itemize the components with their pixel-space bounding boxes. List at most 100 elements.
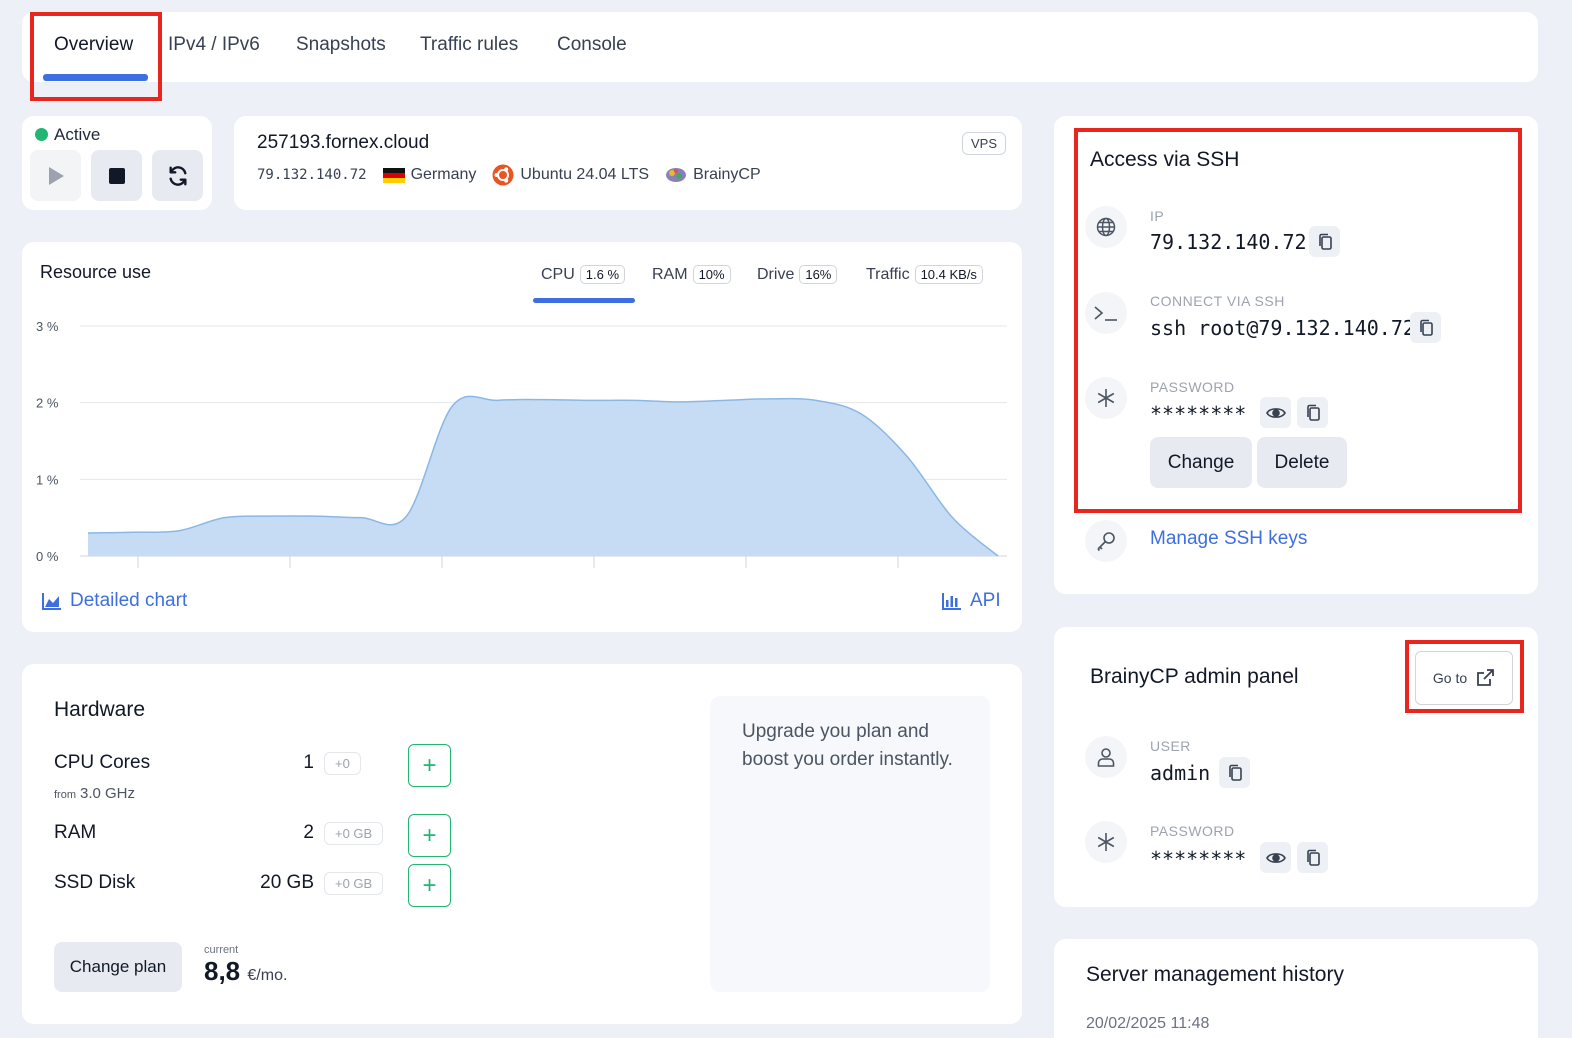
server-panel: BrainyCP (665, 166, 761, 184)
metric-label: Traffic (866, 265, 910, 283)
hardware-delta: +0 GB (324, 822, 384, 845)
ip-value: 79.132.140.72 (1150, 230, 1307, 254)
hardware-card: Hardware CPU Cores 1 +0 + from 3.0 GHz RA… (22, 664, 1022, 1024)
detailed-chart-link[interactable]: Detailed chart (42, 590, 187, 612)
password-label: PASSWORD (1150, 379, 1235, 395)
plus-icon: + (422, 751, 437, 779)
active-tab-indicator (43, 74, 148, 81)
asterisk-icon (1097, 833, 1115, 851)
ssh-keys-row-icon (1085, 520, 1127, 562)
add-disk-button[interactable]: + (408, 864, 451, 907)
germany-flag-icon (382, 167, 405, 183)
connect-label: CONNECT VIA SSH (1150, 293, 1285, 309)
copy-ip-button[interactable] (1309, 226, 1340, 257)
metric-tab-ram[interactable]: RAM 10% (652, 265, 731, 284)
metric-tab-drive[interactable]: Drive 16% (757, 265, 838, 284)
hardware-value: 20 GB (260, 872, 314, 893)
hardware-value: 1 (303, 752, 314, 773)
copy-icon (1306, 849, 1320, 866)
hardware-delta: +0 GB (324, 872, 384, 895)
cpu-frequency-value: 3.0 GHz (80, 785, 136, 802)
copy-password-button[interactable] (1297, 397, 1328, 428)
tab-snapshots[interactable]: Snapshots (296, 34, 386, 56)
key-icon (1097, 532, 1115, 552)
metric-label: RAM (652, 265, 688, 283)
show-password-button[interactable] (1260, 397, 1291, 428)
metric-value: 10.4 KB/s (914, 265, 983, 284)
cpu-frequency: from 3.0 GHz (54, 785, 135, 802)
chart-y-tick-label: 2 % (36, 396, 59, 411)
tab-overview[interactable]: Overview (54, 34, 133, 56)
add-ram-button[interactable]: + (408, 814, 451, 857)
delete-password-button[interactable]: Delete (1257, 437, 1347, 488)
brainycp-logo-icon (666, 168, 687, 182)
admin-password-row-icon (1085, 821, 1127, 863)
eye-icon (1265, 407, 1286, 418)
brainycp-admin-card: BrainyCP admin panel Go to USER admin PA… (1054, 627, 1538, 907)
tab-bar: Overview IPv4 / IPv6 Snapshots Traffic r… (22, 12, 1538, 82)
show-admin-password-button[interactable] (1260, 842, 1291, 873)
hardware-label: RAM (54, 822, 97, 843)
ssh-title: Access via SSH (1090, 148, 1240, 171)
bar-chart-icon (942, 593, 961, 610)
change-plan-button[interactable]: Change plan (54, 942, 182, 992)
api-label: API (970, 590, 1001, 611)
server-panel-label: BrainyCP (693, 166, 761, 183)
metric-tab-cpu[interactable]: CPU 1.6 % (541, 265, 626, 284)
metric-label: Drive (757, 265, 795, 283)
stop-button[interactable] (91, 150, 142, 201)
globe-icon (1096, 217, 1116, 237)
metric-tab-traffic[interactable]: Traffic 10.4 KB/s (866, 265, 983, 284)
copy-icon (1419, 319, 1433, 336)
current-price: 8,8 €/mo. (204, 956, 287, 987)
upgrade-promo: Upgrade you plan and boost you order ins… (710, 696, 990, 992)
copy-admin-password-button[interactable] (1297, 842, 1328, 873)
tab-console[interactable]: Console (557, 34, 627, 56)
ssh-row-icon (1085, 292, 1127, 334)
user-value: admin (1150, 761, 1211, 785)
asterisk-icon (1097, 389, 1115, 407)
metric-value: 10% (692, 265, 731, 284)
connect-command: ssh root@79.132.140.72 (1150, 316, 1415, 340)
copy-user-button[interactable] (1219, 757, 1250, 788)
user-icon (1097, 748, 1115, 767)
admin-password-label: PASSWORD (1150, 823, 1235, 839)
user-row-icon (1085, 736, 1127, 778)
brainycp-title: BrainyCP admin panel (1090, 665, 1299, 688)
change-password-button[interactable]: Change (1150, 437, 1252, 488)
detailed-chart-label: Detailed chart (70, 590, 188, 611)
plus-icon: + (422, 871, 437, 899)
server-history-card: Server management history 20/02/2025 11:… (1054, 939, 1538, 1038)
cpu-frequency-prefix: from (54, 789, 76, 801)
copy-icon (1306, 404, 1320, 421)
tab-traffic-rules[interactable]: Traffic rules (420, 34, 518, 56)
price-caption: current (204, 944, 239, 956)
ssh-access-card: Access via SSH IP 79.132.140.72 CONNECT … (1054, 116, 1538, 594)
goto-admin-panel-button[interactable]: Go to (1415, 651, 1513, 705)
server-info-card: 257193.fornex.cloud VPS 79.132.140.72 Ge… (234, 116, 1022, 210)
chart-area-series (88, 396, 998, 556)
power-controls-card: Active (22, 116, 212, 210)
metric-value: 16% (799, 265, 838, 284)
price-unit: €/mo. (247, 967, 288, 984)
status-label: Active (54, 125, 101, 144)
copy-ssh-command-button[interactable] (1410, 312, 1441, 343)
metric-value: 1.6 % (579, 265, 626, 284)
server-os: Ubuntu 24.04 LTS (492, 164, 649, 186)
ip-row-icon (1085, 206, 1127, 248)
add-cpu-button[interactable]: + (408, 744, 451, 787)
start-button[interactable] (30, 150, 81, 201)
tab-ipv4-ipv6[interactable]: IPv4 / IPv6 (168, 34, 260, 56)
hardware-row-cpu: CPU Cores 1 +0 + (54, 744, 454, 787)
admin-password-value: ******** (1150, 847, 1247, 871)
active-metric-indicator (533, 298, 635, 303)
chart-y-tick-label: 0 % (36, 549, 59, 564)
restart-button[interactable] (152, 150, 203, 201)
copy-icon (1318, 233, 1332, 250)
resource-title: Resource use (40, 262, 152, 282)
server-os-label: Ubuntu 24.04 LTS (520, 166, 650, 183)
server-details: 79.132.140.72 Germany Ubuntu 24.04 LTS B… (257, 164, 777, 186)
history-entry-date: 20/02/2025 11:48 (1086, 1015, 1210, 1032)
manage-ssh-keys-link[interactable]: Manage SSH keys (1150, 528, 1307, 550)
api-link[interactable]: API (942, 590, 1001, 612)
